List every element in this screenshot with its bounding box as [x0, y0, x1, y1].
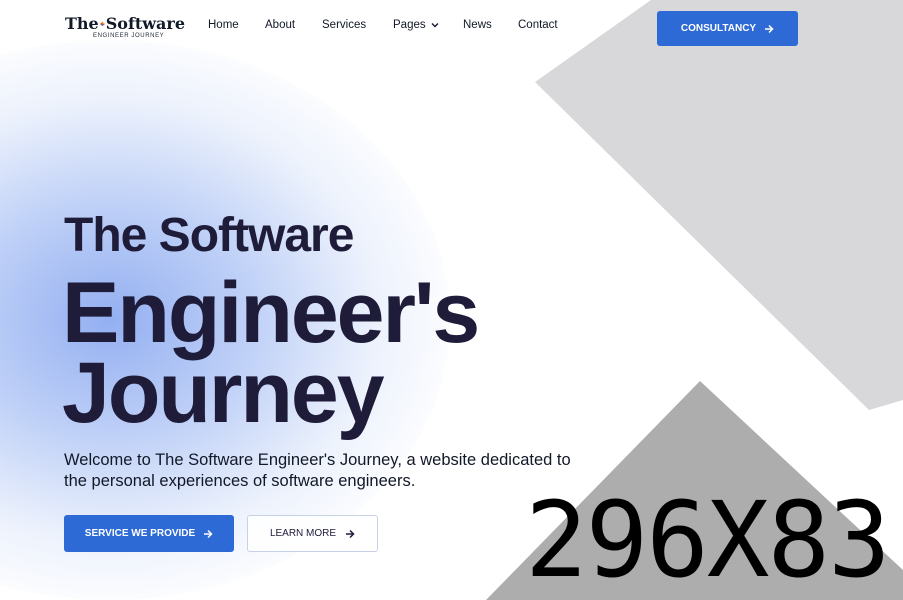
- nav-news[interactable]: News: [463, 19, 518, 31]
- arrow-right-icon: [346, 529, 355, 538]
- placeholder-shape-top: [535, 0, 903, 410]
- logo-title-suffix: Software: [105, 14, 185, 33]
- page: 296X83 The Software ENGINEER JOURNEY Hom…: [0, 0, 903, 600]
- nav-services[interactable]: Services: [322, 19, 393, 31]
- nav-contact[interactable]: Contact: [518, 19, 558, 31]
- chevron-down-icon: [431, 23, 439, 28]
- hero-title: Engineer's Journey: [62, 265, 480, 441]
- main-nav: Home About Services Pages News Contact: [208, 19, 558, 31]
- nav-pages[interactable]: Pages: [393, 19, 463, 31]
- nav-home[interactable]: Home: [208, 19, 265, 31]
- arrow-right-icon: [204, 529, 213, 538]
- hero-title-line-2: Journey: [62, 344, 385, 441]
- service-button-label: SERVICE WE PROVIDE: [84, 528, 196, 539]
- logo-title-prefix: The: [65, 14, 99, 33]
- nav-about-label: About: [265, 19, 296, 31]
- nav-pages-label: Pages: [393, 19, 426, 31]
- site-logo[interactable]: The Software ENGINEER JOURNEY: [65, 14, 185, 39]
- hero-description: Welcome to The Software Engineer's Journ…: [64, 451, 571, 491]
- hero-title-line-1: Engineer's: [62, 265, 480, 361]
- hero-subtitle: The Software: [64, 209, 354, 262]
- logo-subtitle: ENGINEER JOURNEY: [93, 33, 165, 39]
- learn-more-button[interactable]: LEARN MORE: [247, 515, 378, 552]
- diamond-logo-icon: [99, 21, 105, 26]
- learn-more-button-label: LEARN MORE: [269, 528, 337, 539]
- consultancy-button-label: CONSULTANCY: [680, 23, 757, 34]
- nav-about[interactable]: About: [265, 19, 322, 31]
- nav-home-label: Home: [208, 19, 239, 31]
- logo-title: The Software: [65, 14, 185, 33]
- placeholder-image-label: 296X83: [525, 479, 891, 600]
- nav-services-label: Services: [322, 19, 367, 31]
- service-we-provide-button[interactable]: SERVICE WE PROVIDE: [64, 515, 234, 552]
- nav-contact-label: Contact: [518, 19, 558, 31]
- nav-news-label: News: [463, 19, 492, 31]
- consultancy-button[interactable]: CONSULTANCY: [657, 11, 798, 46]
- arrow-right-icon: [765, 24, 774, 33]
